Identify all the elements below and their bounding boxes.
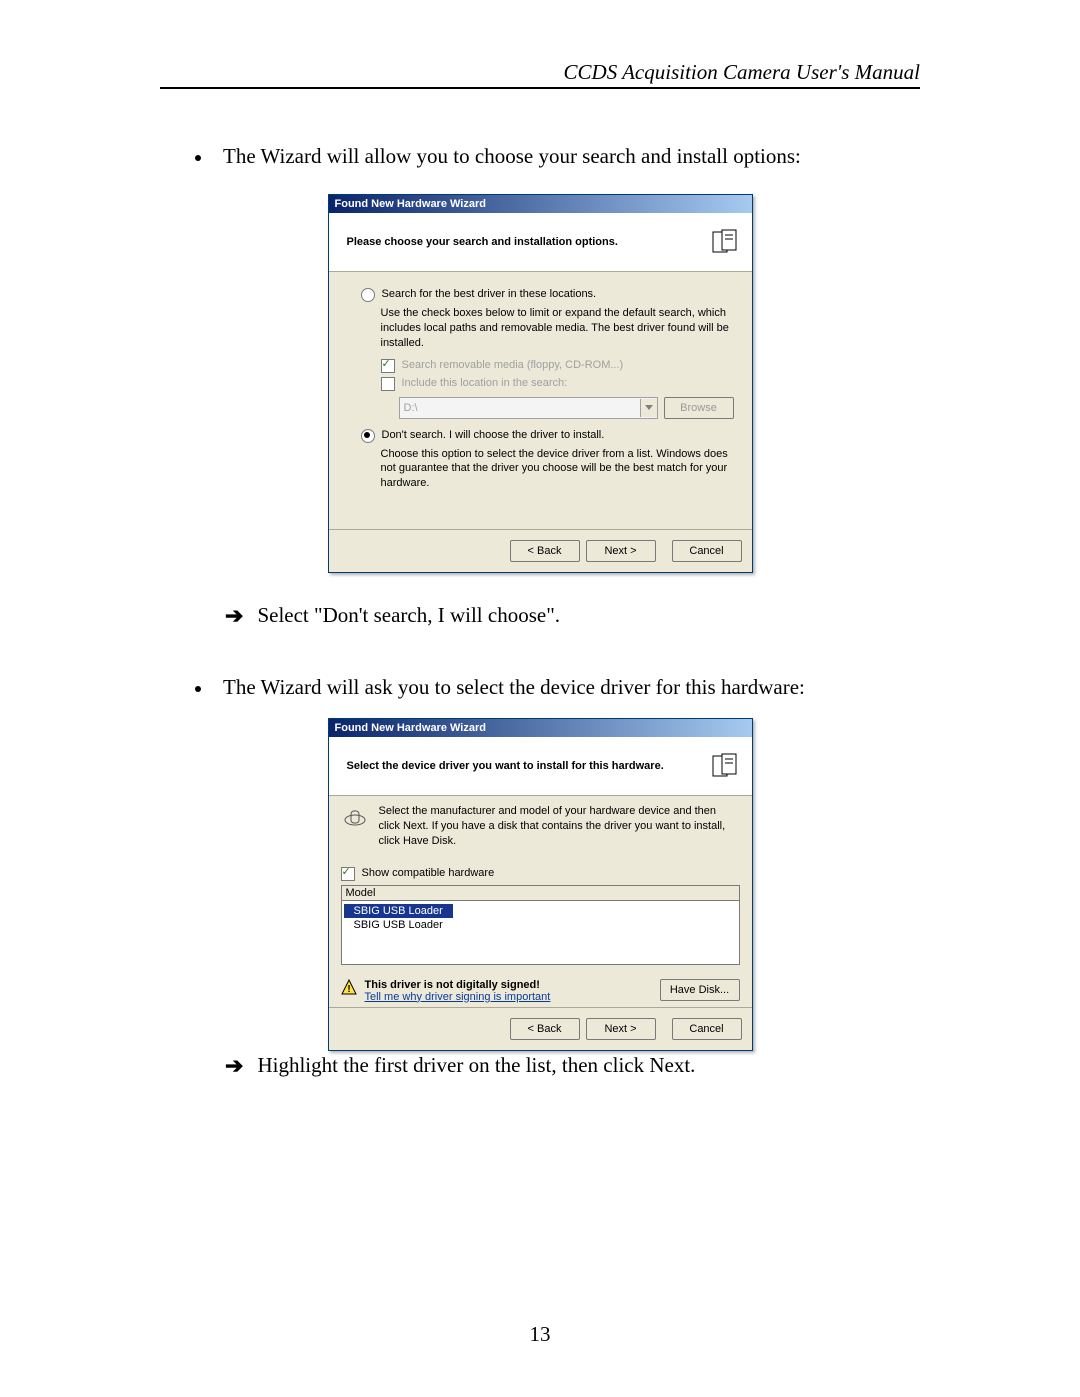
dialog2-heading: Select the device driver you want to ins…	[347, 760, 664, 772]
checkbox-icon	[381, 359, 395, 373]
header-title: CCDS Acquisition Camera User's Manual	[564, 60, 920, 84]
dialog1-title: Found New Hardware Wizard	[335, 198, 486, 210]
list-item[interactable]: SBIG USB Loader	[344, 904, 453, 918]
checkbox-include-location[interactable]: Include this location in the search:	[381, 377, 734, 391]
hardware-icon	[710, 227, 740, 257]
chk-compat-label: Show compatible hardware	[362, 867, 495, 879]
radio-search-label: Search for the best driver in these loca…	[382, 288, 597, 300]
bullet-icon	[195, 155, 201, 161]
next-button[interactable]: Next >	[586, 540, 656, 562]
not-signed-label: This driver is not digitally signed!	[365, 979, 551, 991]
dialog1-header: Please choose your search and installati…	[329, 213, 752, 272]
dialog2-title: Found New Hardware Wizard	[335, 722, 486, 734]
action2-text: Highlight the first driver on the list, …	[257, 1053, 695, 1078]
svg-text:!: !	[347, 984, 350, 995]
dialog2-instructions: Select the manufacturer and model of you…	[379, 804, 740, 849]
dont-search-hint: Choose this option to select the device …	[381, 447, 734, 492]
path-value: D:\	[400, 402, 640, 414]
column-header-model: Model	[342, 886, 739, 901]
dialog1-heading: Please choose your search and installati…	[347, 236, 618, 248]
checkbox-show-compatible[interactable]: Show compatible hardware	[341, 867, 740, 881]
back-button[interactable]: < Back	[510, 1018, 580, 1040]
bullet-intro-1: The Wizard will allow you to choose your…	[195, 144, 920, 169]
bullet-icon	[195, 686, 201, 692]
browse-button[interactable]: Browse	[664, 397, 734, 419]
dialog2-titlebar: Found New Hardware Wizard	[329, 719, 752, 737]
page-header: CCDS Acquisition Camera User's Manual	[160, 60, 920, 89]
driver-listbox[interactable]: Model SBIG USB Loader SBIG USB Loader	[341, 885, 740, 965]
chevron-down-icon[interactable]	[640, 399, 657, 417]
warning-icon: !	[341, 979, 357, 998]
wizard-dialog-select-driver: Found New Hardware Wizard Select the dev…	[328, 718, 753, 1051]
list-item[interactable]: SBIG USB Loader	[344, 918, 453, 932]
driver-signing-link[interactable]: Tell me why driver signing is important	[365, 991, 551, 1003]
search-hint: Use the check boxes below to limit or ex…	[381, 306, 734, 351]
checkbox-icon	[381, 377, 395, 391]
radio-icon	[361, 288, 375, 302]
intro-text-1: The Wizard will allow you to choose your…	[223, 144, 801, 169]
dialog1-titlebar: Found New Hardware Wizard	[329, 195, 752, 213]
cancel-button[interactable]: Cancel	[672, 1018, 742, 1040]
wizard-dialog-search-options: Found New Hardware Wizard Please choose …	[328, 194, 753, 573]
radio-icon	[361, 429, 375, 443]
action-line-1: ➔ Select "Don't search, I will choose".	[225, 603, 920, 629]
chk-media-label: Search removable media (floppy, CD-ROM..…	[402, 359, 624, 371]
intro-text-2: The Wizard will ask you to select the de…	[223, 675, 805, 700]
arrow-right-icon: ➔	[225, 603, 243, 629]
next-button[interactable]: Next >	[586, 1018, 656, 1040]
page-number: 13	[0, 1322, 1080, 1347]
checkbox-removable-media[interactable]: Search removable media (floppy, CD-ROM..…	[381, 359, 734, 373]
checkbox-icon	[341, 867, 355, 881]
radio-dont-label: Don't search. I will choose the driver t…	[382, 429, 605, 441]
cancel-button[interactable]: Cancel	[672, 540, 742, 562]
bullet-intro-2: The Wizard will ask you to select the de…	[195, 675, 920, 700]
back-button[interactable]: < Back	[510, 540, 580, 562]
location-path-combo[interactable]: D:\	[399, 397, 658, 419]
have-disk-button[interactable]: Have Disk...	[660, 979, 740, 1001]
hardware-icon	[710, 751, 740, 781]
arrow-right-icon: ➔	[225, 1053, 243, 1079]
radio-dont-search[interactable]: Don't search. I will choose the driver t…	[361, 429, 734, 443]
action1-text: Select "Don't search, I will choose".	[257, 603, 560, 628]
chk-include-label: Include this location in the search:	[402, 377, 568, 389]
action-line-2: ➔ Highlight the first driver on the list…	[225, 1053, 920, 1079]
radio-search-locations[interactable]: Search for the best driver in these loca…	[361, 288, 734, 302]
device-icon	[341, 808, 369, 833]
dialog2-header: Select the device driver you want to ins…	[329, 737, 752, 796]
